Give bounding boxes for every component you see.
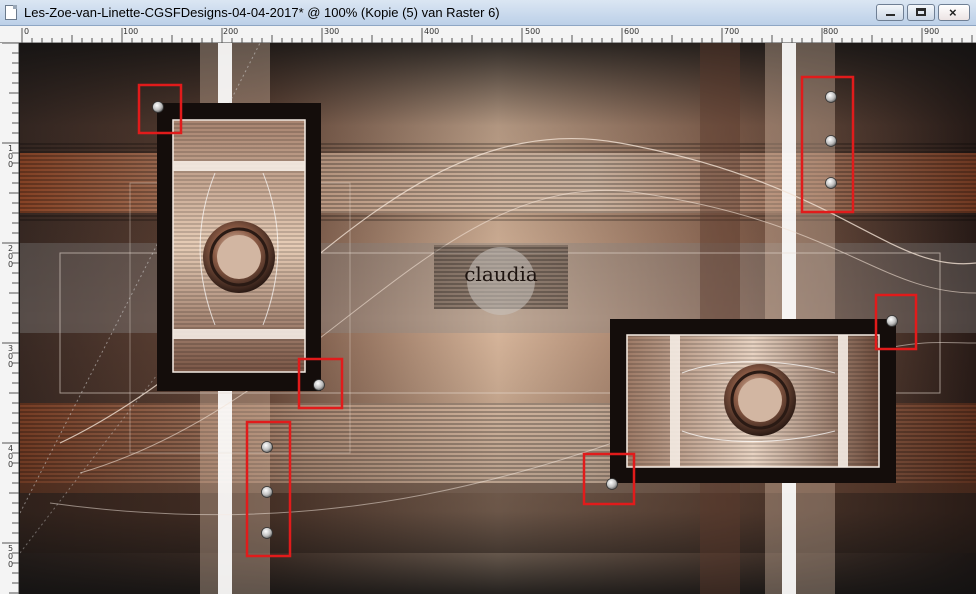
ruler-ticks [2, 43, 19, 594]
horizontal-ruler[interactable]: 0 100 200 300 400 500 600 700 800 900 [0, 26, 976, 43]
pin-icon [261, 486, 273, 498]
title-bar: Les-Zoe-van-Linette-CGSFDesigns-04-04-20… [0, 0, 976, 26]
ruler-label: 4 0 0 [8, 444, 14, 469]
ruler-label: 200 [223, 27, 239, 36]
ruler-label: 700 [724, 27, 740, 36]
pin-icon [152, 101, 164, 113]
vertical-ruler[interactable]: 1 0 0 2 0 0 3 0 0 4 0 0 5 0 0 [0, 43, 19, 594]
document-icon [5, 5, 17, 20]
ruler-label: 400 [424, 27, 440, 36]
image-canvas[interactable]: claudia [20, 43, 976, 594]
minimize-button[interactable] [876, 4, 904, 21]
pin-icon [886, 315, 898, 327]
ruler-label: 0 [24, 27, 30, 36]
pin-icon [825, 177, 837, 189]
pin-icon [261, 527, 273, 539]
ruler-label: 1 0 0 [8, 144, 14, 169]
ruler-label: 800 [823, 27, 839, 36]
ruler-label: 3 0 0 [8, 344, 14, 369]
maximize-button[interactable] [907, 4, 935, 21]
watermark-text: claudia [464, 262, 538, 286]
right-frame [610, 319, 896, 483]
close-icon: × [949, 5, 957, 20]
pin-icon [313, 379, 325, 391]
ruler-label: 500 [525, 27, 541, 36]
ruler-label: 2 0 0 [8, 244, 14, 269]
ruler-label: 900 [924, 27, 940, 36]
ruler-label: 600 [624, 27, 640, 36]
left-frame [157, 103, 321, 391]
close-button[interactable]: × [938, 4, 970, 21]
ruler-label: 100 [123, 27, 139, 36]
pin-icon [606, 478, 618, 490]
ruler-label: 5 0 0 [8, 544, 14, 569]
watermark-logo: claudia [434, 245, 568, 315]
pin-icon [825, 91, 837, 103]
ruler-label: 300 [324, 27, 340, 36]
maximize-icon [916, 8, 926, 16]
window-title: Les-Zoe-van-Linette-CGSFDesigns-04-04-20… [24, 5, 500, 20]
pin-icon [261, 441, 273, 453]
pin-icon [825, 135, 837, 147]
minimize-icon [886, 14, 895, 16]
